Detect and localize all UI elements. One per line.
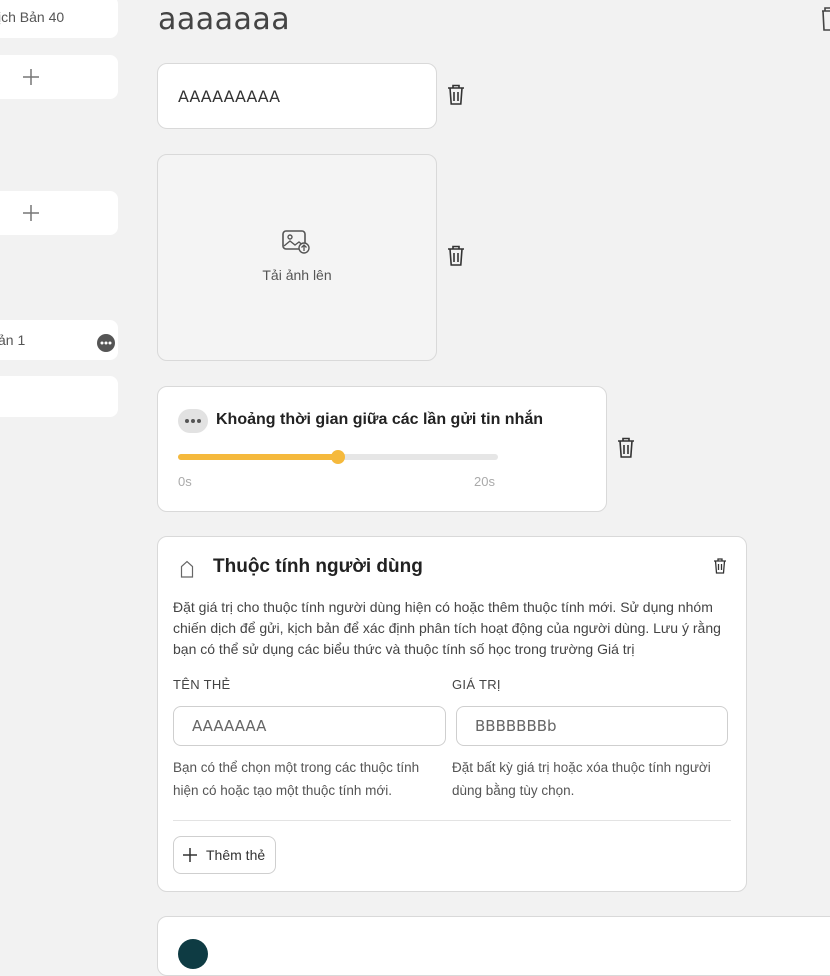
tag-icon [180,560,194,578]
sidebar-add-button-2[interactable] [0,191,118,235]
delay-slider[interactable] [178,450,498,464]
tag-name-input[interactable] [173,706,446,746]
plus-icon [23,69,39,85]
attribute-description: Đặt giá trị cho thuộc tính người dùng hi… [173,599,721,657]
divider [173,820,731,821]
sidebar-item-label: ịch Bản 40 [0,9,65,25]
more-options-icon[interactable] [96,333,116,353]
plus-icon [183,848,197,862]
add-tag-label: Thêm thẻ [206,847,266,863]
value-hint: Đặt bất kỳ giá trị hoặc xóa thuộc tính n… [452,760,711,798]
image-upload-icon [282,230,310,254]
value-header: GIÁ TRỊ [452,677,501,692]
sidebar-item-script-1[interactable]: ản 1 [0,320,118,360]
text-message-value[interactable]: AAAAAAAAA [178,87,280,106]
attribute-title: Thuộc tính người dùng [213,556,423,577]
text-message-card[interactable]: AAAAAAAAA [157,63,437,129]
trash-icon[interactable] [446,245,466,267]
message-delay-card: Khoảng thời gian giữa các lần gửi tin nh… [157,386,607,512]
delay-title: Khoảng thời gian giữa các lần gửi tin nh… [216,411,544,428]
tag-name-hint: Bạn có thể chọn một trong các thuộc tính… [173,760,420,798]
add-tag-button[interactable]: Thêm thẻ [173,836,277,874]
trash-icon[interactable] [713,558,727,574]
sidebar-item-script-40[interactable]: ịch Bản 40 [0,0,118,38]
image-upload-card[interactable]: Tải ảnh lên [157,154,437,361]
value-input[interactable] [456,706,728,746]
tag-name-header: TÊN THẺ [173,677,231,692]
drag-handle-icon[interactable] [178,409,208,433]
trash-icon[interactable] [446,84,466,106]
next-block-avatar [178,939,208,969]
sidebar-add-button-1[interactable] [0,55,118,99]
sidebar-item-label: ản 1 [0,332,26,348]
trash-icon[interactable] [820,6,830,32]
slider-fill [178,454,338,460]
slider-max-label: 20s [474,474,495,489]
trash-icon[interactable] [616,437,636,459]
page-title: aaaaaaa [158,2,291,37]
user-attribute-card: Thuộc tính người dùng Đặt giá trị cho th… [157,536,747,892]
next-block-card [157,916,830,976]
sidebar-item-empty[interactable] [0,376,118,417]
slider-min-label: 0s [178,474,192,489]
slider-thumb[interactable] [331,450,345,464]
upload-label: Tải ảnh lên [262,267,332,283]
plus-icon [23,205,39,221]
